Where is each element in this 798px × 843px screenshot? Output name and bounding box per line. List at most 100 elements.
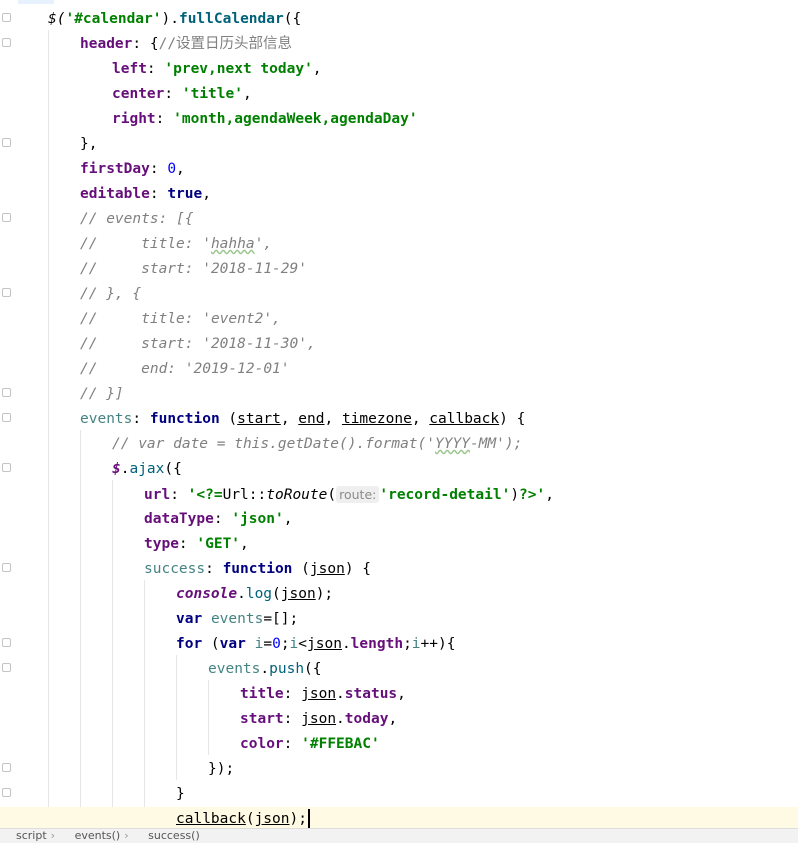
code-line[interactable]: }, [0, 132, 798, 157]
code-line[interactable]: // events: [{ [0, 207, 798, 232]
code-token: ( [272, 586, 281, 602]
code-token: // start: '2018-11-29' [80, 261, 307, 277]
breadcrumb-item[interactable]: script [16, 829, 47, 842]
code-token: 'GET' [196, 536, 241, 552]
code-token: , [312, 61, 322, 77]
code-line[interactable]: color: '#FFEBAC' [0, 732, 798, 757]
code-line[interactable]: // var date = this.getDate().format('YYY… [0, 432, 798, 457]
code-token: . [341, 636, 351, 652]
code-line[interactable]: right: 'month,agendaWeek,agendaDay' [0, 107, 798, 132]
code-token: 'prev,next today' [164, 61, 313, 77]
code-token: success [144, 561, 206, 577]
code-line[interactable]: }); [0, 757, 798, 782]
code-token: YYYY [435, 436, 470, 452]
code-line[interactable]: url: '<?=Url::toRoute(route:'record-deta… [0, 482, 798, 507]
code-line[interactable]: events.push({ [0, 657, 798, 682]
code-token: events [210, 611, 264, 627]
code-token: json [280, 586, 316, 602]
code-line[interactable]: // title: 'hahha', [0, 232, 798, 257]
breadcrumb-separator: › [124, 829, 129, 842]
code-line[interactable]: $('#calendar').fullCalendar({ [0, 7, 798, 32]
code-token: firstDay [80, 161, 150, 177]
code-token: : [149, 161, 168, 177]
code-line[interactable]: // start: '2018-11-29' [0, 257, 798, 282]
code-token: hahha [210, 236, 255, 252]
code-token: ?>' [519, 487, 546, 503]
code-token: , [240, 536, 249, 552]
code-line[interactable]: events: function (start, end, timezone, … [0, 407, 798, 432]
code-token: . [237, 586, 246, 602]
code-line[interactable]: // title: 'event2', [0, 307, 798, 332]
code-line[interactable]: left: 'prev,next today', [0, 57, 798, 82]
code-token: = [263, 636, 273, 652]
code-line[interactable]: header: {//设置日历头部信息 [0, 32, 798, 57]
code-token: : [178, 536, 197, 552]
code-token: status [344, 686, 398, 702]
code-token: '#calendar' [65, 11, 162, 27]
code-token: color [240, 736, 284, 752]
code-token: // title: ' [80, 236, 211, 252]
code-token: . [336, 686, 345, 702]
code-token: ); [289, 811, 307, 827]
code-token: events [80, 411, 133, 427]
code-token: , [388, 711, 398, 727]
code-line[interactable]: // end: '2019-12-01' [0, 357, 798, 382]
code-token: : [146, 61, 165, 77]
scroll-marker [14, 0, 54, 4]
code-line[interactable]: center: 'title', [0, 82, 798, 107]
code-token: push [269, 661, 305, 677]
code-token: callback [176, 811, 246, 827]
code-token: end [298, 411, 325, 427]
code-token: ( [219, 411, 238, 427]
code-token: : [164, 86, 182, 102]
code-line[interactable]: firstDay: 0, [0, 157, 798, 182]
code-token: for [176, 636, 203, 652]
code-line[interactable]: // }] [0, 382, 798, 407]
code-line[interactable]: console.log(json); [0, 582, 798, 607]
code-token: 0 [167, 161, 177, 177]
code-token: , [545, 487, 554, 503]
code-token: left [112, 61, 147, 77]
code-token: right [112, 111, 156, 127]
code-line[interactable]: editable: true, [0, 182, 798, 207]
code-token: function [222, 561, 293, 577]
code-line[interactable]: $.ajax({ [0, 457, 798, 482]
code-token: , [242, 86, 252, 102]
code-line[interactable]: start: json.today, [0, 707, 798, 732]
code-token: ). [161, 11, 179, 27]
code-token: // title: 'event2', [80, 311, 281, 327]
code-token: , [176, 161, 185, 177]
parameter-hint: route: [336, 486, 380, 503]
code-token: header [80, 36, 133, 52]
code-token: . [260, 661, 270, 677]
code-line[interactable]: title: json.status, [0, 682, 798, 707]
code-line[interactable]: type: 'GET', [0, 532, 798, 557]
code-line[interactable]: var events=[]; [0, 607, 798, 632]
breadcrumb-item[interactable]: events() [75, 829, 121, 842]
code-token: ( [327, 487, 337, 503]
code-token: ({ [283, 11, 302, 27]
code-token: ) [510, 487, 520, 503]
code-line[interactable]: success: function (json) { [0, 557, 798, 582]
code-token: fullCalendar [178, 11, 284, 27]
text-cursor [307, 809, 310, 828]
code-token: '#FFEBAC' [301, 736, 380, 752]
code-token: ({ [304, 661, 322, 677]
code-token: , [202, 186, 211, 202]
code-token: // end: '2019-12-01' [80, 361, 290, 377]
code-line[interactable]: for (var i=0;i<json.length;i++){ [0, 632, 798, 657]
code-line[interactable]: // }, { [0, 282, 798, 307]
breadcrumb-item[interactable]: success() [148, 829, 200, 842]
code-token: $ [112, 461, 121, 477]
code-token: start [240, 711, 284, 727]
code-token: // start: '2018-11-30', [80, 336, 316, 352]
code-line-current[interactable]: callback(json); [0, 807, 798, 828]
code-line[interactable]: // start: '2018-11-30', [0, 332, 798, 357]
code-line[interactable]: dataType: 'json', [0, 507, 798, 532]
code-line[interactable]: } [0, 782, 798, 807]
code-token: ) { [344, 561, 372, 577]
code-editor[interactable]: $('#calendar').fullCalendar({ header: {/… [0, 0, 798, 828]
code-token: callback [429, 411, 500, 427]
code-token: ) { [499, 411, 526, 427]
code-token: console [176, 586, 238, 602]
